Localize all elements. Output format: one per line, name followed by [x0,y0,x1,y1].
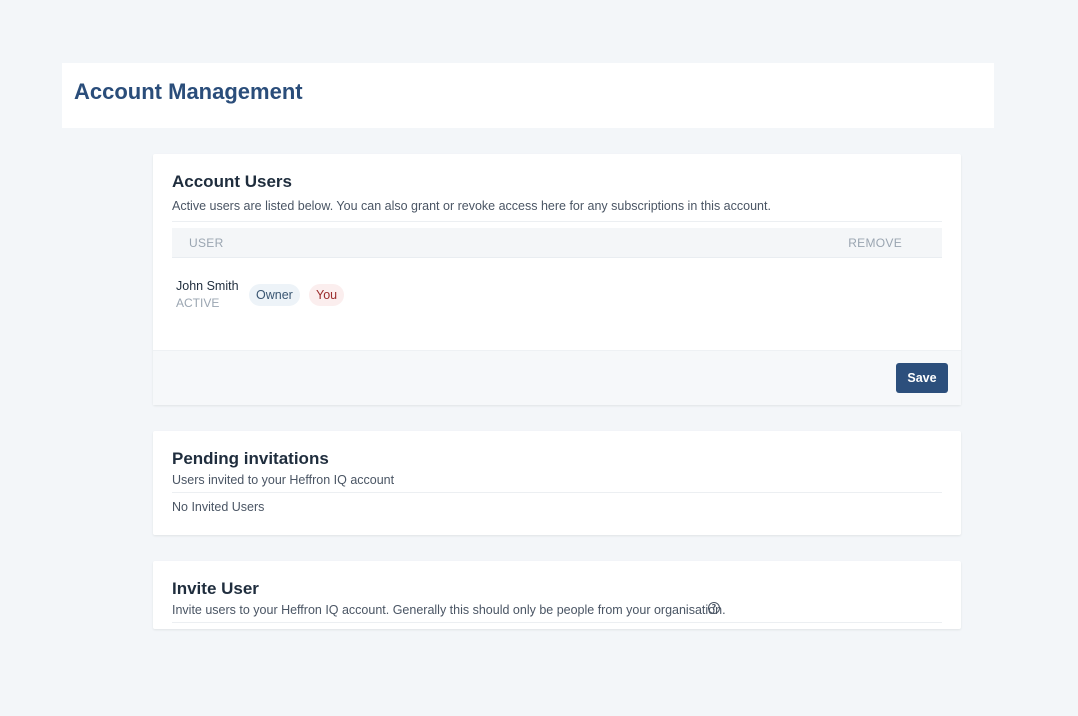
owner-badge: Owner [249,284,300,306]
card-footer: Save [153,350,961,405]
you-badge: You [309,284,345,306]
table-row: John Smith ACTIVE Owner You [172,274,942,314]
page-title: Account Management [74,79,303,104]
user-name: John Smith [176,279,239,293]
pending-invitations-title: Pending invitations [172,449,329,468]
account-users-card: Account Users Active users are listed be… [153,154,961,405]
users-table-header: USER REMOVE [172,228,942,258]
invite-user-card: Invite User Invite users to your Heffron… [153,561,961,629]
save-button[interactable]: Save [896,363,948,393]
invite-user-title: Invite User [172,579,259,598]
account-users-subtitle: Active users are listed below. You can a… [172,199,771,213]
invite-user-subtitle: Invite users to your Heffron IQ account.… [172,603,726,617]
page-header: Account Management [62,63,994,128]
column-header-remove: REMOVE [848,236,902,250]
divider [172,622,942,623]
column-header-user: USER [189,236,224,250]
pending-invitations-subtitle: Users invited to your Heffron IQ account [172,473,395,487]
divider [172,492,942,493]
question-circle-icon[interactable]: ? [708,602,720,614]
user-status: ACTIVE [176,296,220,310]
account-users-title: Account Users [172,172,292,191]
no-invited-users-text: No Invited Users [172,500,265,514]
divider [172,221,942,222]
pending-invitations-card: Pending invitations Users invited to you… [153,431,961,535]
